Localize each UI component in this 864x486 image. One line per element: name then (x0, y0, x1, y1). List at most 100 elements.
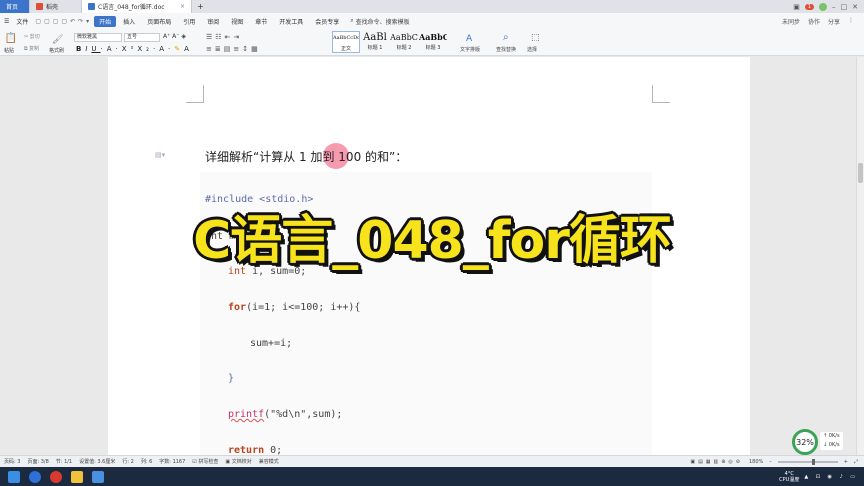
style-heading-1[interactable]: AaBl 标题 1 (361, 31, 389, 53)
status-page-number[interactable]: 页码: 3 (4, 458, 20, 465)
status-word-count[interactable]: 字数: 1167 (159, 458, 185, 465)
copy-label: 复制 (29, 46, 40, 52)
menu-page-layout[interactable]: 页面布局 (142, 16, 176, 27)
scissors-icon: ✂ (24, 33, 29, 40)
paste-button[interactable]: 📋 (5, 33, 17, 44)
copy-icon: ⧉ (24, 45, 28, 52)
collaborate-button[interactable]: 协作 (808, 17, 820, 26)
font-size-select[interactable]: 五号 (124, 33, 160, 42)
upload-arrow-icon: ↑ (823, 433, 828, 439)
style-normal-preview: AaBbCcDd (333, 35, 359, 41)
start-icon[interactable] (8, 470, 20, 483)
style-heading-2-preview: AaBbC (390, 33, 418, 42)
recorder-icon[interactable] (50, 470, 62, 483)
font-style-buttons[interactable]: B I U ·A·X²X₂·A· ✎ A (76, 45, 193, 53)
copy-button[interactable]: ⧉ 复制 (24, 45, 40, 53)
list-buttons[interactable]: ☰☷⇤⇥ (206, 33, 242, 41)
menu-file[interactable]: 文件 (11, 16, 33, 27)
status-proofread[interactable]: ▣ 文档校对 (225, 458, 251, 465)
text-layout-icon[interactable]: A (466, 34, 472, 44)
style-heading-2-label: 标题 2 (396, 45, 412, 51)
quick-access-icons[interactable]: ▢▢▢▢↶↷▾ (35, 18, 92, 25)
close-tab-icon[interactable]: × (180, 3, 185, 10)
select-label[interactable]: 选择 (527, 46, 537, 53)
word-doc-icon (88, 3, 95, 10)
menu-reference[interactable]: 引用 (178, 16, 200, 27)
tab-home[interactable]: 首页 (0, 0, 30, 13)
maximize-icon[interactable]: □ (841, 3, 848, 11)
view-mode-icons[interactable]: ▣▤▦▥⊕◎⊘ (690, 459, 743, 465)
style-normal-label: 正文 (340, 46, 351, 52)
scrollbar-thumb[interactable] (858, 163, 863, 183)
wps-writer-icon[interactable] (92, 470, 104, 483)
vertical-scrollbar[interactable] (856, 57, 864, 455)
status-spell-check[interactable]: ☑ 拼写检查 (192, 458, 218, 465)
tab-docer-label: 稻壳 (46, 4, 59, 11)
tray-icons[interactable]: ▲ ⊡ ◉ ♪ ▭ (804, 474, 858, 480)
paste-label: 粘贴 (4, 48, 15, 54)
cut-button[interactable]: ✂ 剪切 (24, 33, 40, 41)
find-replace-label[interactable]: 查找替换 (496, 46, 516, 53)
weather-widget[interactable]: 4°C CPU温度 (779, 471, 799, 483)
menu-member[interactable]: 会员专享 (310, 16, 344, 27)
hamburger-icon[interactable]: ☰ (4, 18, 9, 25)
zoom-in-icon[interactable]: + (844, 459, 848, 465)
menu-start[interactable]: 开始 (94, 15, 117, 27)
upload-speed: 0K/s (828, 433, 840, 439)
paragraph-handle-icon[interactable]: ▤▾ (155, 151, 165, 159)
performance-widget[interactable]: 32% ↑ 0K/s ↓ 0K/s (792, 429, 852, 455)
menu-insert[interactable]: 插入 (118, 16, 140, 27)
command-search[interactable]: ⌕ 查找命令、搜索模板 (346, 16, 413, 27)
align-buttons[interactable]: ≡≣▤≡↕▦ (206, 45, 261, 53)
code-line-brace: } (228, 373, 235, 384)
code-printf-rest: ("%d\n",sum); (264, 409, 343, 420)
menu-view[interactable]: 视图 (226, 16, 248, 27)
browser-icon[interactable] (29, 470, 41, 483)
text-layout-label[interactable]: 文字排版 (460, 46, 480, 53)
zoom-level[interactable]: 180% (749, 459, 763, 465)
font-name-select[interactable]: 微软雅黑 (74, 33, 122, 42)
sync-status[interactable]: 未同步 (782, 17, 800, 26)
code-line-include: #include <stdio.h> (205, 194, 314, 205)
more-icon[interactable]: ⋮ (848, 17, 854, 26)
user-avatar-icon[interactable] (819, 2, 827, 11)
zoom-slider[interactable] (777, 458, 838, 465)
code-for-rest: (i=1; i<=100; i++){ (246, 302, 361, 313)
file-explorer-icon[interactable] (71, 470, 83, 483)
format-painter-icon[interactable]: 🖌 (52, 35, 63, 45)
code-line-printf: printf("%d\n",sum); (228, 409, 342, 420)
notification-badge[interactable]: 1 (804, 3, 814, 10)
menu-section[interactable]: 章节 (250, 16, 272, 27)
menu-developer[interactable]: 开发工具 (274, 16, 308, 27)
status-row: 行: 2 (122, 459, 134, 465)
tab-docer[interactable]: 稻壳 (30, 0, 82, 13)
search-icon: ⌕ (350, 17, 354, 24)
grow-shrink-font[interactable]: A⁺ A⁻ ◈ (163, 33, 186, 40)
tab-bar: 首页 稻壳 C语言_048_for循环.doc × + ▣ 1 – □ ✕ (0, 0, 864, 13)
menu-review[interactable]: 审阅 (202, 16, 224, 27)
close-window-icon[interactable]: ✕ (852, 3, 858, 11)
menu-bar: ☰ 文件 ▢▢▢▢↶↷▾ 开始 插入 页面布局 引用 审阅 视图 章节 开发工具… (0, 13, 864, 29)
share-button[interactable]: 分享 (828, 17, 840, 26)
new-tab-button[interactable]: + (192, 0, 209, 13)
tab-document[interactable]: C语言_048_for循环.doc × (82, 0, 192, 13)
zoom-slider-knob[interactable] (811, 458, 815, 465)
docer-icon (36, 3, 43, 10)
minimize-icon[interactable]: – (832, 3, 836, 11)
font-size-value: 五号 (127, 34, 138, 40)
style-normal[interactable]: AaBbCcDd 正文 (332, 31, 360, 53)
find-replace-icon[interactable]: ⌕ (503, 32, 509, 43)
code-fn-printf: printf (228, 409, 265, 420)
style-heading-3[interactable]: AaBbC 标题 3 (419, 31, 447, 53)
code-keyword-for: for (228, 302, 247, 313)
window-layout-icon[interactable]: ▣ (793, 3, 800, 11)
document-heading: 详细解析“计算从 1 加到 100 的和”： (205, 150, 408, 164)
memory-usage-ring[interactable]: 32% (792, 429, 818, 455)
fit-page-icon[interactable]: ⤢ (854, 459, 858, 465)
style-heading-2[interactable]: AaBbC 标题 2 (390, 31, 418, 53)
select-icon[interactable]: ⬚ (531, 33, 540, 43)
code-line-for: for(i=1; i<=100; i++){ (228, 302, 360, 313)
command-search-text: 查找命令、搜索模板 (355, 18, 410, 26)
zoom-out-icon[interactable]: – (769, 459, 772, 465)
proofread-icon: ▣ (225, 459, 231, 465)
